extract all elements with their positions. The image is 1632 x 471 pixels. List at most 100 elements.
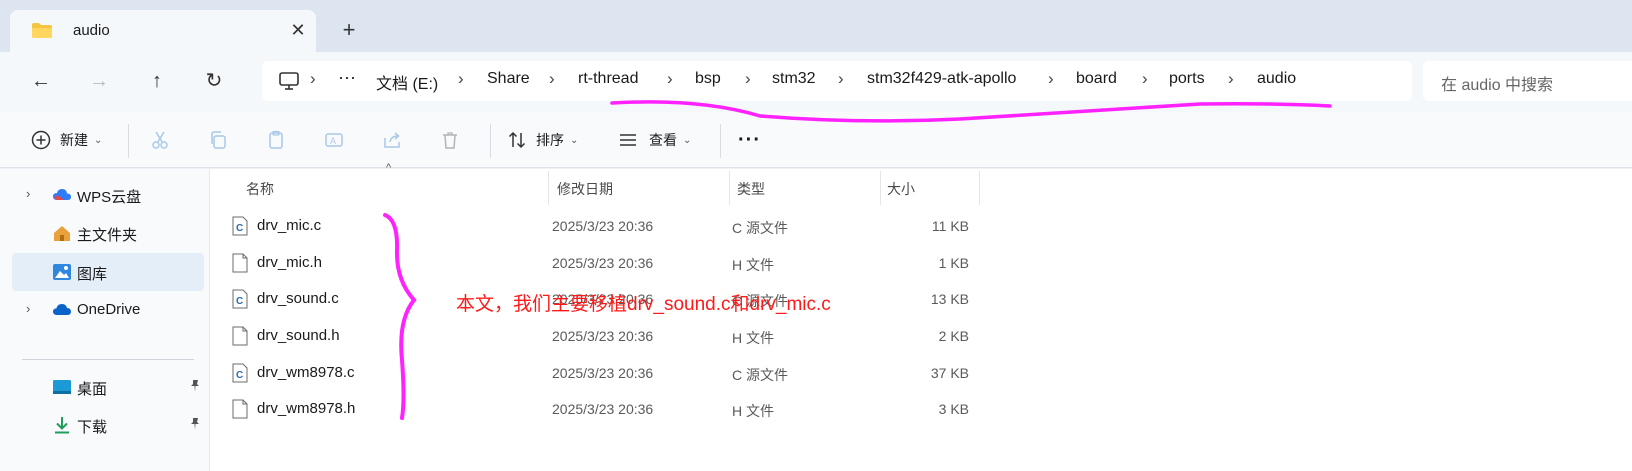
file-size: 11 KB [931,218,969,234]
file-modified: 2025/3/23 20:36 [552,401,654,417]
more-options-button[interactable]: ··· [738,126,761,154]
arrow-left-icon[interactable]: ← [28,68,54,94]
search-box[interactable]: 在 audio 中搜索 [1423,61,1632,101]
toolbar-divider [490,124,491,158]
breadcrumb-item[interactable]: board [1076,70,1117,88]
file-size: 37 KB [930,365,969,381]
file-type: H 文件 [732,257,774,273]
breadcrumb-item[interactable]: ports [1169,70,1205,88]
sidebar-item-label: 图库 [77,266,108,283]
c-source-file-icon: C [232,289,248,309]
file-name: drv_mic.c [257,217,322,234]
chevron-right-icon[interactable]: › [745,69,751,89]
gallery-icon [53,264,71,280]
sidebar-item-desktop[interactable]: 桌面 [12,368,204,406]
chevron-right-icon[interactable]: › [26,186,30,201]
view-list-icon [617,129,639,151]
arrow-right-icon[interactable]: → [86,68,112,94]
breadcrumb-item[interactable]: 文档 (E:) [376,70,438,94]
arrow-up-icon[interactable]: ↑ [144,68,170,94]
sidebar-item-onedrive[interactable]: › OneDrive [12,291,204,329]
breadcrumb-item[interactable]: rt-thread [578,70,638,88]
svg-text:C: C [236,370,243,381]
rename-button[interactable]: A [323,126,345,154]
file-modified: 2025/3/23 20:36 [552,255,654,271]
breadcrumb-item[interactable]: Share [487,70,530,88]
sidebar-item-home[interactable]: 主文件夹 [12,214,204,252]
header-file-icon [232,399,248,419]
refresh-icon[interactable]: ↻ [201,68,227,94]
c-source-file-icon: C [232,216,248,236]
file-type: C 源文件 [732,367,788,383]
file-row[interactable]: C drv_wm8978.c 2025/3/23 20:36 C 源文件 37 … [222,355,982,391]
file-size: 13 KB [930,291,969,307]
file-size: 2 KB [938,328,969,344]
paste-button[interactable] [265,126,287,154]
chevron-right-icon[interactable]: › [549,69,555,89]
chevron-right-icon[interactable]: › [1142,69,1148,89]
breadcrumb-item[interactable]: bsp [695,70,721,88]
chevron-right-icon[interactable]: › [26,301,30,316]
chevron-right-icon[interactable]: › [1048,69,1054,89]
command-bar: 新建 ⌄ A 排序 ⌄ 查看 ⌄ ··· [0,112,1632,168]
chevron-down-icon: ⌄ [570,134,579,146]
copy-icon [207,129,229,151]
computer-icon [279,72,299,90]
svg-text:C: C [236,223,243,234]
trash-icon [439,129,461,151]
sidebar-item-label: 桌面 [77,381,108,398]
new-button[interactable]: 新建 ⌄ [30,126,102,154]
address-bar[interactable]: › ··· 文档 (E:) › Share › rt-thread › bsp … [262,61,1412,101]
file-row[interactable]: drv_mic.h 2025/3/23 20:36 H 文件 1 KB [222,245,982,281]
onedrive-icon [53,304,71,315]
delete-button[interactable] [439,126,461,154]
breadcrumb-overflow[interactable]: ··· [338,67,356,88]
chevron-down-icon: ⌄ [94,134,103,146]
file-name: drv_wm8978.h [257,400,356,417]
file-row[interactable]: drv_sound.h 2025/3/23 20:36 H 文件 2 KB [222,318,982,354]
chevron-right-icon[interactable]: › [1228,69,1234,89]
view-button[interactable]: 查看 ⌄ [617,126,691,154]
breadcrumb-item[interactable]: stm32 [772,70,816,88]
breadcrumb-item-current[interactable]: audio [1257,70,1296,88]
column-divider[interactable] [880,171,881,205]
cut-button[interactable] [149,126,171,154]
download-icon [55,417,69,434]
file-modified: 2025/3/23 20:36 [552,365,654,381]
header-file-icon [232,253,248,273]
pin-icon[interactable] [188,379,202,393]
column-divider[interactable] [548,171,549,205]
file-type: C 源文件 [732,220,788,236]
file-row[interactable]: drv_wm8978.h 2025/3/23 20:36 H 文件 3 KB [222,391,982,427]
column-divider[interactable] [729,171,730,205]
breadcrumb-item[interactable]: stm32f429-atk-apollo [867,70,1016,88]
sidebar-item-wps-cloud[interactable]: › WPS云盘 [12,176,204,214]
tab-audio[interactable]: audio ✕ [10,10,316,52]
sort-button[interactable]: 排序 ⌄ [506,126,578,154]
plus-circle-icon [30,129,52,151]
file-size: 1 KB [938,255,969,271]
pin-icon[interactable] [188,417,202,431]
file-row[interactable]: C drv_mic.c 2025/3/23 20:36 C 源文件 11 KB [222,208,982,244]
sidebar-item-downloads[interactable]: 下载 [12,406,204,444]
sidebar-item-label: WPS云盘 [77,189,142,206]
more-icon: ··· [738,128,761,151]
sidebar-item-label: OneDrive [77,301,141,318]
sidebar-item-gallery[interactable]: 图库 [12,253,204,291]
search-input[interactable]: 在 audio 中搜索 [1441,71,1553,95]
close-icon[interactable]: ✕ [288,20,308,40]
chevron-right-icon: › [310,69,316,88]
plus-icon[interactable]: + [338,19,360,41]
sort-button-label: 排序 [536,132,564,148]
copy-button[interactable] [207,126,229,154]
c-source-file-icon: C [232,363,248,383]
navigation-pane: › WPS云盘 主文件夹 图库 › OneDrive 桌面 下载 [0,169,210,471]
column-divider[interactable] [979,171,980,205]
scissors-icon [149,129,171,151]
chevron-right-icon[interactable]: › [838,69,844,89]
chevron-right-icon[interactable]: › [667,69,673,89]
svg-text:A: A [330,136,336,146]
address-row: ← → ↑ ↻ › ··· 文档 (E:) › Share › rt-threa… [0,52,1632,112]
share-button[interactable] [381,126,403,154]
chevron-right-icon[interactable]: › [458,69,464,89]
